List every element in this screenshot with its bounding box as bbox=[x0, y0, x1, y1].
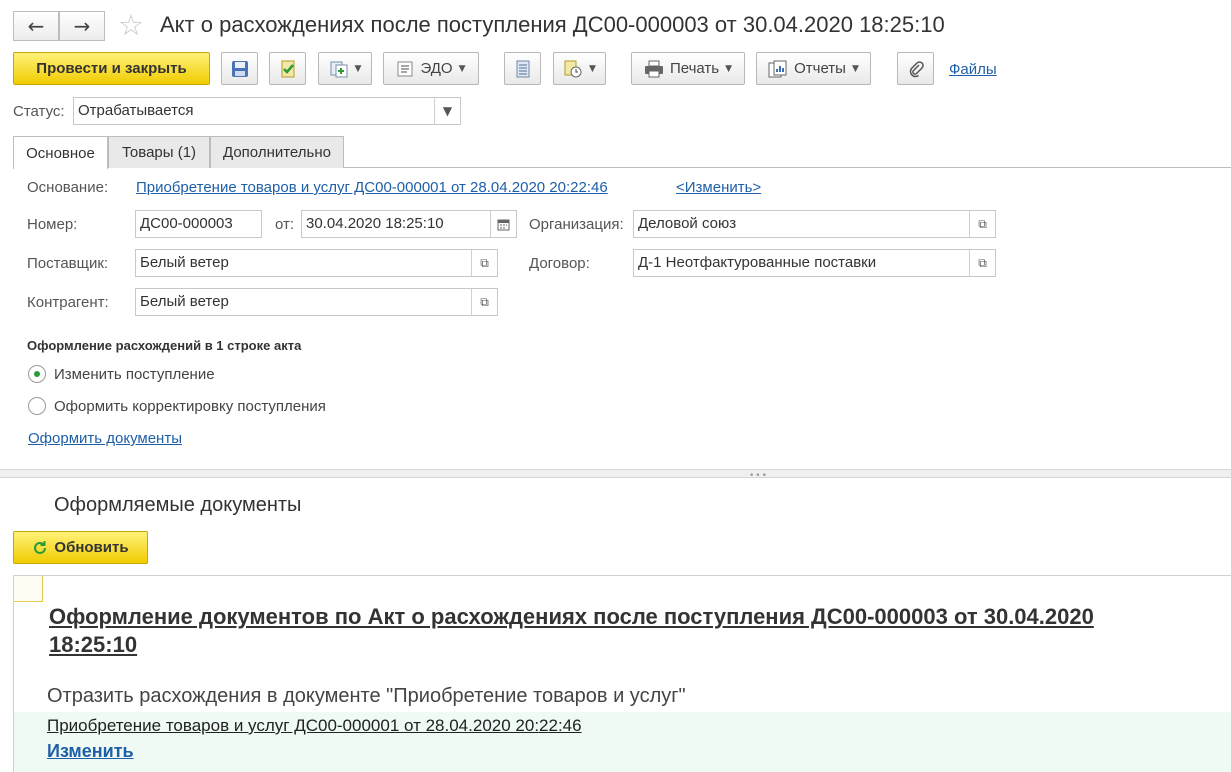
panel-corner bbox=[14, 576, 43, 602]
basis-label: Основание: bbox=[27, 179, 109, 196]
organization-value: Деловой союз bbox=[638, 215, 737, 232]
post-document-icon bbox=[281, 60, 294, 77]
paperclip-icon bbox=[909, 60, 924, 77]
chevron-down-icon: ▼ bbox=[354, 63, 362, 74]
open-icon[interactable]: ⧉ bbox=[969, 250, 995, 276]
counterparty-label: Контрагент: bbox=[27, 294, 109, 311]
chevron-down-icon: ▼ bbox=[458, 63, 466, 74]
date-value: 30.04.2020 18:25:10 bbox=[306, 215, 444, 232]
attach-button[interactable] bbox=[897, 52, 934, 85]
radio-change-receipt[interactable] bbox=[28, 365, 46, 383]
panel-splitter[interactable]: ••• bbox=[0, 469, 1231, 481]
radio-label: Изменить поступление bbox=[54, 366, 215, 383]
document-link[interactable]: Приобретение товаров и услуг ДС00-000001… bbox=[47, 716, 582, 736]
heading-line: 18:25:10 bbox=[49, 632, 138, 657]
tab-additional[interactable]: Дополнительно bbox=[210, 136, 344, 168]
arrow-left-icon: ← bbox=[27, 14, 45, 38]
heading-line: Оформление документов по Акт о расхожден… bbox=[49, 604, 1094, 629]
reports-label: Отчеты bbox=[794, 60, 846, 77]
post-button[interactable] bbox=[269, 52, 306, 85]
organization-field[interactable]: Деловой союз ⧉ bbox=[633, 210, 996, 238]
drag-handle-icon: ••• bbox=[749, 471, 768, 481]
make-documents-link[interactable]: Оформить документы bbox=[28, 430, 182, 447]
print-label: Печать bbox=[669, 60, 720, 77]
refresh-button[interactable]: Обновить bbox=[13, 531, 148, 564]
edo-icon bbox=[397, 61, 413, 76]
tab-label: Основное bbox=[26, 144, 95, 162]
journal-button[interactable] bbox=[504, 52, 541, 85]
chevron-down-icon[interactable]: ▼ bbox=[434, 98, 460, 124]
status-value: Отрабатывается bbox=[78, 102, 194, 119]
chevron-down-icon: ▼ bbox=[725, 63, 733, 74]
supplier-field[interactable]: Белый ветер ⧉ bbox=[135, 249, 498, 277]
back-button[interactable]: ← bbox=[13, 11, 59, 41]
section-title: Оформление расхождений в 1 строке акта bbox=[27, 338, 302, 353]
date-label: от: bbox=[275, 216, 295, 233]
counterparty-value: Белый ветер bbox=[140, 293, 229, 310]
number-label: Номер: bbox=[27, 216, 78, 233]
create-based-icon bbox=[330, 61, 348, 77]
tab-label: Товары (1) bbox=[121, 144, 197, 161]
number-field[interactable]: ДС00-000003 bbox=[135, 210, 262, 238]
change-basis-link[interactable]: <Изменить> bbox=[676, 179, 761, 196]
post-and-close-button[interactable]: Провести и закрыть bbox=[13, 52, 210, 85]
reports-icon bbox=[768, 60, 787, 77]
reflect-text: Отразить расхождения в документе "Приобр… bbox=[47, 685, 686, 707]
tab-main[interactable]: Основное bbox=[13, 136, 108, 169]
status-select[interactable]: Отрабатывается ▼ bbox=[73, 97, 461, 125]
change-document-link[interactable]: Изменить bbox=[47, 741, 134, 762]
number-value: ДС00-000003 bbox=[140, 215, 233, 232]
open-icon[interactable]: ⧉ bbox=[969, 211, 995, 237]
date-field[interactable]: 30.04.2020 18:25:10 bbox=[301, 210, 517, 238]
contract-field[interactable]: Д-1 Неотфактурованные поставки ⧉ bbox=[633, 249, 996, 277]
chevron-down-icon: ▼ bbox=[851, 63, 859, 74]
print-button[interactable]: Печать ▼ bbox=[631, 52, 745, 85]
contract-value: Д-1 Неотфактурованные поставки bbox=[638, 254, 877, 271]
open-icon[interactable]: ⧉ bbox=[471, 250, 497, 276]
open-icon[interactable]: ⧉ bbox=[471, 289, 497, 315]
basis-document-link[interactable]: Приобретение товаров и услуг ДС00-000001… bbox=[136, 179, 608, 196]
page-title: Акт о расхождениях после поступления ДС0… bbox=[160, 12, 945, 37]
supplier-label: Поставщик: bbox=[27, 255, 109, 272]
chevron-down-icon: ▼ bbox=[589, 63, 596, 74]
forward-button[interactable]: → bbox=[59, 11, 105, 41]
organization-label: Организация: bbox=[529, 216, 624, 233]
floppy-disk-icon bbox=[231, 60, 248, 77]
document-clock-icon bbox=[564, 60, 582, 77]
counterparty-field[interactable]: Белый ветер ⧉ bbox=[135, 288, 498, 316]
refresh-icon bbox=[34, 540, 47, 554]
edo-button[interactable]: ЭДО ▼ bbox=[383, 52, 479, 85]
documents-heading: Оформление документов по Акт о расхожден… bbox=[49, 603, 1231, 659]
supplier-value: Белый ветер bbox=[140, 254, 229, 271]
tab-goods[interactable]: Товары (1) bbox=[108, 136, 210, 168]
tab-label: Дополнительно bbox=[223, 144, 331, 161]
list-icon bbox=[516, 60, 529, 77]
documents-panel: Оформление документов по Акт о расхожден… bbox=[13, 575, 1231, 772]
structure-button[interactable]: ▼ bbox=[553, 52, 606, 85]
radio-label: Оформить корректировку поступления bbox=[54, 398, 326, 415]
refresh-label: Обновить bbox=[54, 539, 129, 556]
radio-correction[interactable] bbox=[28, 397, 46, 415]
files-link[interactable]: Файлы bbox=[949, 61, 997, 78]
create-based-on-button[interactable]: ▼ bbox=[318, 52, 372, 85]
contract-label: Договор: bbox=[529, 255, 590, 272]
reports-button[interactable]: Отчеты ▼ bbox=[756, 52, 871, 85]
status-label: Статус: bbox=[13, 103, 65, 120]
post-and-close-label: Провести и закрыть bbox=[36, 60, 187, 77]
arrow-right-icon: → bbox=[73, 14, 91, 38]
calendar-icon[interactable] bbox=[490, 211, 516, 237]
documents-title: Оформляемые документы bbox=[54, 494, 302, 516]
save-button[interactable] bbox=[221, 52, 258, 85]
printer-icon bbox=[644, 60, 663, 77]
star-icon[interactable]: ☆ bbox=[118, 9, 144, 41]
edo-label: ЭДО bbox=[420, 60, 453, 77]
